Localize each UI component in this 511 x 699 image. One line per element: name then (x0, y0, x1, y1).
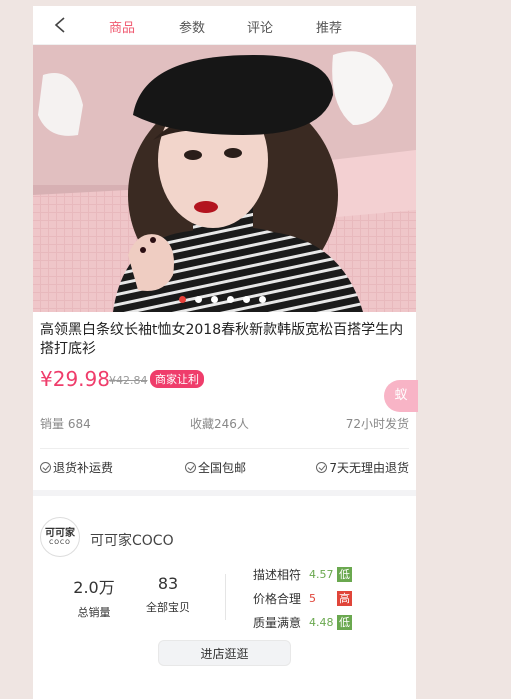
top-nav: 商品 参数 评论 推荐 (33, 6, 416, 45)
tab-bar: 商品 参数 评论 推荐 (33, 6, 416, 45)
discount-badge: 商家让利 (150, 370, 204, 388)
rating-description: 描述相符 4.57 低 (253, 567, 352, 582)
price-row: ¥29.98 ¥42.84 商家让利 (33, 367, 416, 397)
tab-reviews[interactable]: 评论 (247, 17, 273, 36)
enter-shop-button[interactable]: 进店逛逛 (158, 640, 291, 666)
tab-product[interactable]: 商品 (109, 17, 135, 36)
carousel-dots (179, 296, 266, 303)
carousel-dot[interactable] (243, 296, 250, 303)
service-7day-return: 7天无理由退货 (316, 459, 409, 476)
service-guarantees[interactable]: 退货补运费 全国包邮 7天无理由退货 (40, 449, 409, 483)
product-photo (33, 45, 416, 312)
shipping-time: 72小时发货 (345, 417, 409, 431)
carousel-dot[interactable] (227, 296, 234, 303)
carousel-dot[interactable] (259, 296, 266, 303)
shop-name[interactable]: 可可家COCO (90, 530, 174, 550)
floating-action-button[interactable]: 蚁 (384, 380, 418, 412)
check-circle-icon (316, 462, 328, 473)
rating-quality: 质量满意 4.48 低 (253, 615, 352, 630)
service-return-freight: 退货补运费 (40, 459, 113, 476)
product-stats: 销量 684 收藏246人 72小时发货 (40, 411, 409, 449)
favorites-count: 收藏246人 (190, 417, 249, 431)
check-circle-icon (40, 462, 51, 473)
shop-logo[interactable]: 可可家 COCO (40, 517, 80, 557)
tab-params[interactable]: 参数 (179, 17, 205, 36)
product-title: 高领黑白条纹长袖t恤女2018春秋新款韩版宽松百搭学生内搭打底衫 (40, 322, 404, 357)
current-price: ¥29.98 (40, 367, 110, 391)
carousel-dot[interactable] (211, 296, 218, 303)
sales-count: 销量 684 (40, 417, 91, 431)
shop-total-sales: 2.0万 总销量 (73, 578, 115, 619)
tab-recommend[interactable]: 推荐 (316, 17, 342, 36)
product-page: 商品 参数 评论 推荐 高领黑白条纹长袖t恤女2018春秋新款韩版宽松百搭学生内… (33, 6, 416, 699)
shop-card: 可可家 COCO 可可家COCO 2.0万 总销量 83 全部宝贝 描述相符 4… (33, 496, 416, 676)
rating-price: 价格合理 5 高 (253, 591, 352, 606)
product-image-carousel[interactable] (33, 45, 416, 312)
check-circle-icon (185, 462, 196, 473)
original-price: ¥42.84 (109, 374, 148, 387)
carousel-dot[interactable] (179, 296, 186, 303)
carousel-dot[interactable] (195, 296, 202, 303)
shop-all-items[interactable]: 83 全部宝贝 (133, 574, 203, 615)
divider (225, 574, 226, 620)
service-free-shipping: 全国包邮 (185, 459, 246, 476)
